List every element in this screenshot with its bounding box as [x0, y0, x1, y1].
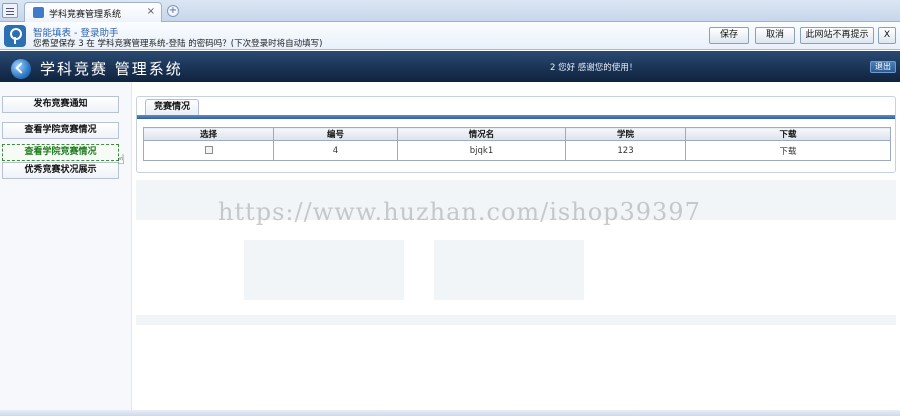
close-tab-icon[interactable]: ×	[147, 6, 155, 17]
app-header: 学科竞赛 管理系统 2 您好 感谢您的使用！ 退出	[0, 51, 900, 82]
new-tab-icon[interactable]: +	[167, 5, 179, 17]
panel-divider	[137, 115, 895, 119]
browser-menu-icon[interactable]	[2, 3, 18, 18]
browser-tab-title: 学科竞赛管理系统	[49, 10, 122, 20]
column-header-college: 学院	[565, 127, 686, 141]
column-header-id: 编号	[273, 127, 398, 141]
logout-button[interactable]: 退出	[870, 61, 896, 73]
welcome-text: 2 您好 感谢您的使用！	[550, 63, 638, 73]
sidebar-item-view-college[interactable]: 查看学院竞赛情况	[2, 122, 119, 139]
row-checkbox[interactable]	[204, 146, 213, 154]
competition-table: 选择 编号 情况名 学院 下载 4 bjqk1 123 下载	[143, 127, 891, 161]
save-password-button[interactable]: 保存	[709, 27, 749, 44]
competition-panel: 竞赛情况 选择 编号 情况名 学院 下载 4 bjqk1 123 下载	[136, 96, 896, 173]
background-ghost	[136, 315, 896, 325]
autofill-message: 您希望保存 3 在 学科竞赛管理系统-登陆 的密码吗？(下次登录时将自动填写)	[33, 39, 323, 49]
sidebar: 发布竞赛通知 查看学院竞赛情况 查看学院竞赛情况 优秀竞赛状况展示	[0, 82, 132, 416]
status-bar	[0, 410, 900, 416]
logo-icon	[11, 59, 31, 79]
sidebar-item-excellent[interactable]: 优秀竞赛状况展示	[2, 162, 119, 179]
column-header-download: 下载	[685, 127, 891, 141]
autofill-bar: 智能填表 - 登录助手 您希望保存 3 在 学科竞赛管理系统-登陆 的密码吗？(…	[0, 22, 900, 50]
cancel-button[interactable]: 取消	[755, 27, 795, 44]
close-autofill-button[interactable]: X	[878, 27, 896, 44]
name-cell: bjqk1	[397, 140, 566, 161]
column-header-select: 选择	[143, 127, 274, 141]
app-title: 学科竞赛 管理系统	[40, 60, 183, 78]
download-link[interactable]: 下载	[685, 140, 891, 161]
college-cell: 123	[565, 140, 686, 161]
id-cell: 4	[273, 140, 398, 161]
background-ghost	[244, 240, 404, 300]
never-prompt-button[interactable]: 此网站不再提示	[800, 27, 874, 44]
select-cell	[143, 140, 274, 161]
hand-cursor-icon: ☝	[117, 153, 125, 168]
watermark: https://www.huzhan.com/ishop39397	[218, 198, 701, 226]
sidebar-item-publish-notice[interactable]: 发布竞赛通知	[2, 96, 119, 113]
sidebar-item-view-college-active[interactable]: 查看学院竞赛情况	[2, 144, 119, 161]
key-icon	[4, 25, 26, 47]
page-favicon-icon	[33, 7, 44, 18]
tab-competition-status[interactable]: 竞赛情况	[145, 99, 200, 115]
column-header-name: 情况名	[397, 127, 566, 141]
background-ghost	[434, 240, 584, 300]
table-row: 4 bjqk1 123 下载	[143, 140, 891, 161]
table-header-row: 选择 编号 情况名 学院 下载	[143, 127, 891, 141]
browser-tab-strip: 学科竞赛管理系统 × +	[0, 0, 900, 22]
browser-tab[interactable]: 学科竞赛管理系统 ×	[24, 2, 162, 22]
